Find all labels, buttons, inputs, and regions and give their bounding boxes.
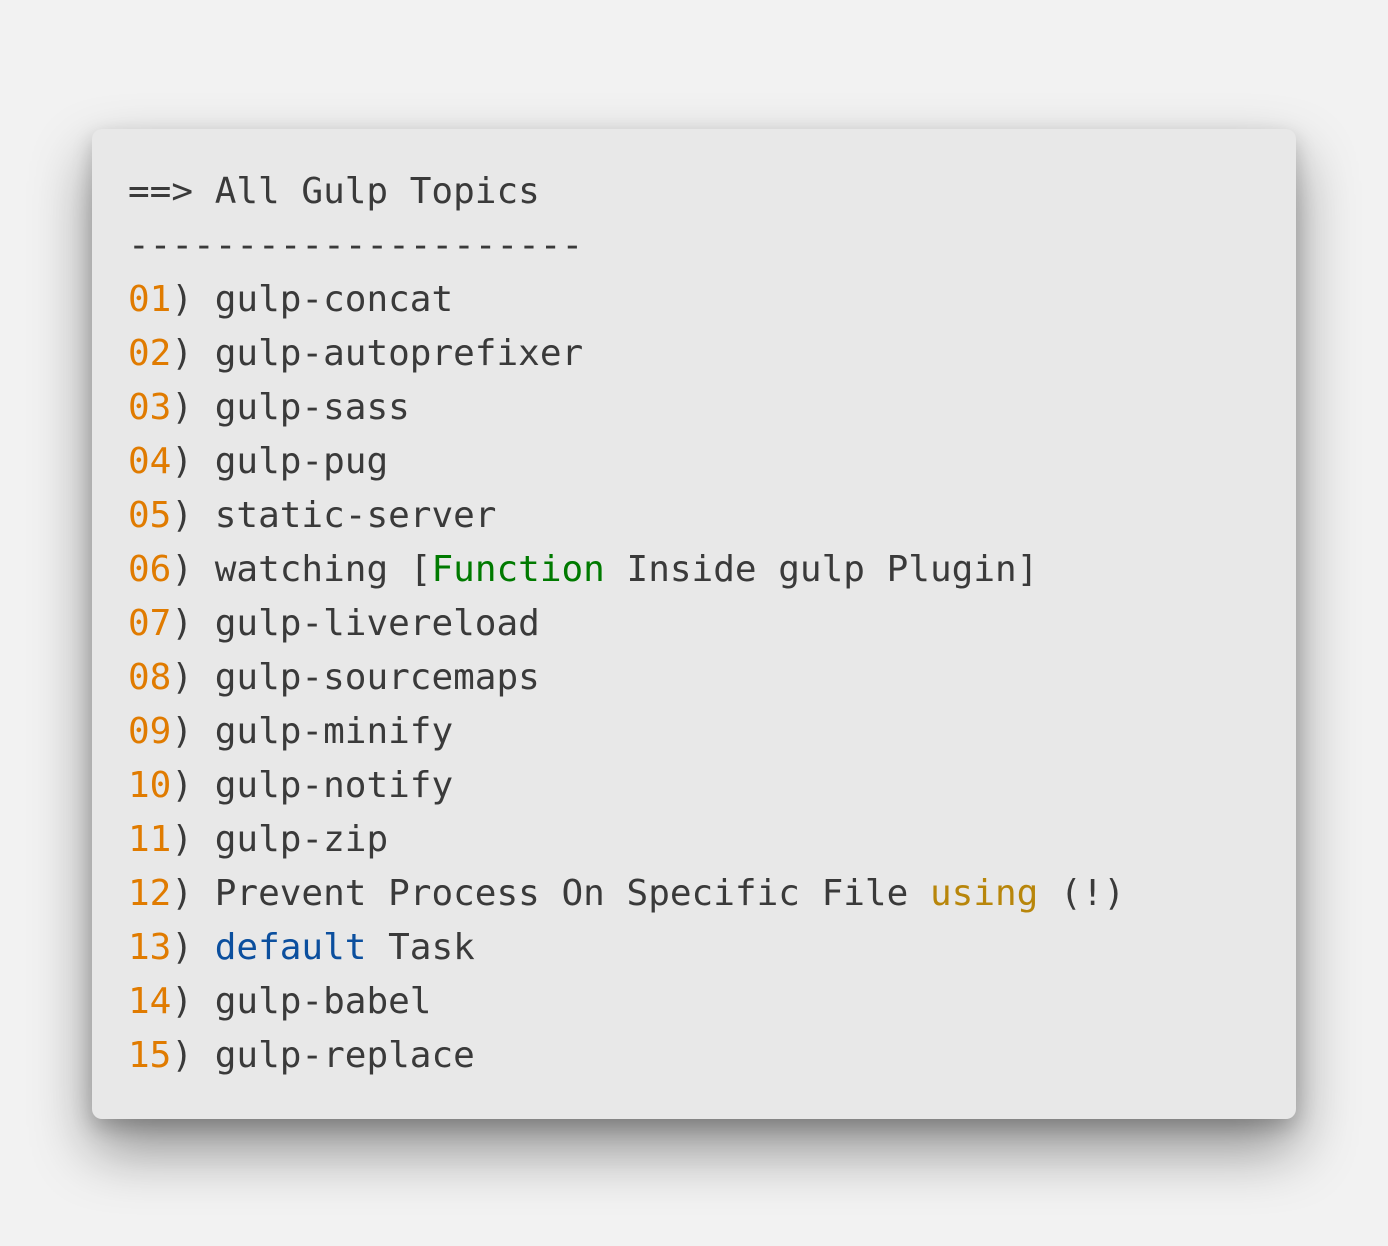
topic-item: 12) Prevent Process On Specific File usi… [128, 867, 1125, 921]
topic-item: 06) watching [Function Inside gulp Plugi… [128, 543, 1125, 597]
keyword-default-keyword: default [214, 927, 367, 968]
topic-paren: ) [171, 981, 194, 1022]
code-block: ==> All Gulp Topics ---------------------… [128, 165, 1125, 1083]
topic-paren: ) [171, 603, 194, 644]
topic-item: 08) gulp-sourcemaps [128, 651, 1125, 705]
topic-text: Inside gulp Plugin] [604, 549, 1039, 590]
topic-paren: ) [171, 765, 194, 806]
topic-item: 11) gulp-zip [128, 813, 1125, 867]
topic-number: 06 [128, 549, 172, 590]
topic-paren: ) [171, 873, 194, 914]
topic-list: 01) gulp-concat 02) gulp-autoprefixer 03) … [128, 273, 1125, 1083]
topic-paren: ) [171, 1035, 194, 1076]
topic-text: static-server [193, 495, 497, 536]
topic-item: 07) gulp-livereload [128, 597, 1125, 651]
topic-item: 01) gulp-concat [128, 273, 1125, 327]
topic-number: 03 [128, 387, 172, 428]
topic-text: gulp-livereload [193, 603, 540, 644]
topic-text: gulp-babel [193, 981, 432, 1022]
topic-number: 07 [128, 603, 172, 644]
topic-number: 08 [128, 657, 172, 698]
topic-text: gulp-sourcemaps [193, 657, 540, 698]
topic-text [193, 927, 215, 968]
topic-item: 05) static-server [128, 489, 1125, 543]
topic-item: 03) gulp-sass [128, 381, 1125, 435]
topic-number: 11 [128, 819, 172, 860]
topic-text: gulp-sass [193, 387, 410, 428]
topic-number: 01 [128, 279, 172, 320]
topic-text: gulp-pug [193, 441, 389, 482]
separator-line: --------------------- [128, 225, 584, 266]
topic-paren: ) [171, 387, 194, 428]
topic-text: (!) [1038, 873, 1126, 914]
code-card: ==> All Gulp Topics ---------------------… [92, 129, 1296, 1119]
topic-paren: ) [171, 657, 194, 698]
topic-text: Prevent Process On Specific File [193, 873, 930, 914]
topic-number: 02 [128, 333, 172, 374]
topic-item: 09) gulp-minify [128, 705, 1125, 759]
topic-paren: ) [171, 819, 194, 860]
topic-item: 04) gulp-pug [128, 435, 1125, 489]
topic-text: gulp-autoprefixer [193, 333, 584, 374]
keyword-function-keyword: Function [431, 549, 605, 590]
topic-paren: ) [171, 333, 194, 374]
topic-text: gulp-minify [193, 711, 454, 752]
topic-number: 04 [128, 441, 172, 482]
topic-paren: ) [171, 279, 194, 320]
topic-paren: ) [171, 441, 194, 482]
topic-item: 10) gulp-notify [128, 759, 1125, 813]
topic-item: 14) gulp-babel [128, 975, 1125, 1029]
topic-item: 15) gulp-replace [128, 1029, 1125, 1083]
topic-text: gulp-replace [193, 1035, 475, 1076]
topic-number: 15 [128, 1035, 172, 1076]
topic-text: gulp-zip [193, 819, 389, 860]
topic-text: Task [366, 927, 475, 968]
topic-paren: ) [171, 927, 194, 968]
topic-item: 13) default Task [128, 921, 1125, 975]
topic-paren: ) [171, 711, 194, 752]
topic-text: gulp-concat [193, 279, 454, 320]
topic-paren: ) [171, 495, 194, 536]
keyword-using-keyword: using [929, 873, 1039, 914]
topic-number: 14 [128, 981, 172, 1022]
topic-item: 02) gulp-autoprefixer [128, 327, 1125, 381]
topic-number: 09 [128, 711, 172, 752]
topic-number: 13 [128, 927, 172, 968]
topic-number: 12 [128, 873, 172, 914]
topic-paren: ) [171, 549, 194, 590]
topic-number: 10 [128, 765, 172, 806]
topic-text: gulp-notify [193, 765, 454, 806]
topic-number: 05 [128, 495, 172, 536]
topic-text: watching [ [193, 549, 432, 590]
header-line: ==> All Gulp Topics [128, 171, 540, 212]
